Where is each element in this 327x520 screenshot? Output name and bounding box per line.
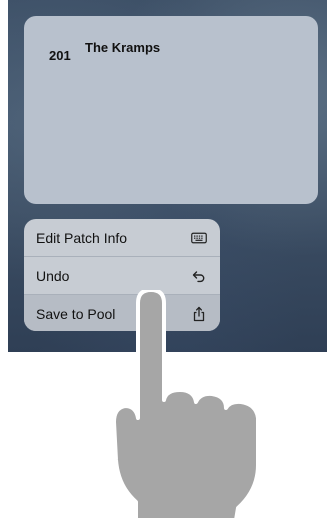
menu-item-edit-patch-info[interactable]: Edit Patch Info: [24, 219, 220, 256]
menu-item-label: Undo: [36, 267, 70, 284]
menu-item-label: Edit Patch Info: [36, 229, 128, 246]
patch-number: 201: [49, 48, 71, 63]
menu-item-undo[interactable]: Undo: [24, 256, 220, 294]
patch-name: The Kramps: [85, 40, 161, 55]
undo-arrow-icon: [190, 267, 208, 285]
pointing-hand-icon: [112, 290, 260, 520]
menu-item-label: Save to Pool: [36, 305, 116, 322]
patch-card[interactable]: 201 The Kramps: [24, 16, 318, 204]
keyboard-icon: [190, 229, 208, 247]
stage: 201 The Kramps Edit Patch Info Undo Save…: [0, 0, 327, 520]
